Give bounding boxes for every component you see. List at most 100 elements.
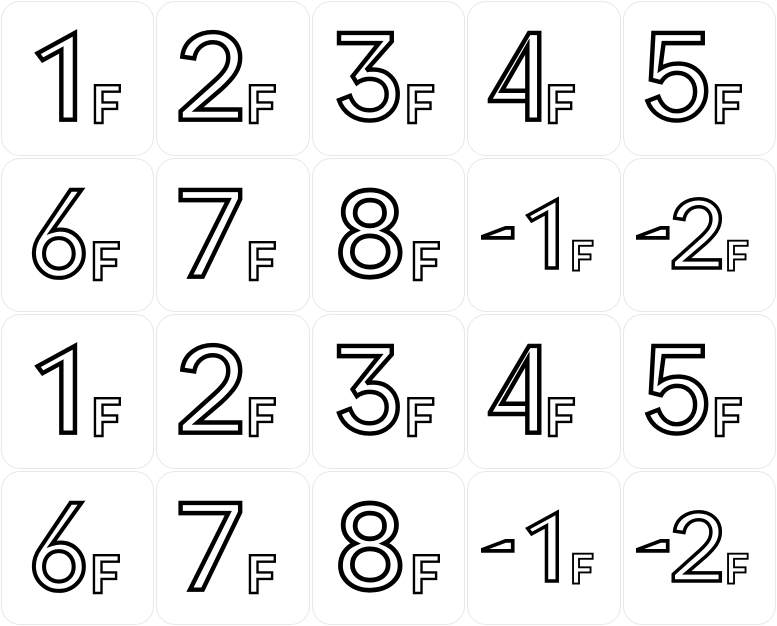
numeral-3: [336, 30, 401, 124]
tile-content: [2, 315, 153, 468]
suffix-letter-f: [92, 553, 120, 594]
tile-content: [313, 159, 464, 312]
tile-content: [2, 2, 153, 155]
floor-tile-1f[interactable]: [1, 1, 155, 156]
tile-content: [468, 159, 619, 312]
floor-glyph-3F: [336, 343, 435, 438]
tile-content: [313, 472, 464, 625]
floor-glyph-7F: [178, 500, 277, 594]
floor-glyph-5F: [644, 30, 743, 125]
floor-glyph-2F: [178, 343, 277, 438]
floor-tile-8f[interactable]: [311, 157, 466, 312]
floor-glyph-4F: [487, 343, 575, 438]
floor-tile-minus2f[interactable]: [622, 157, 776, 312]
suffix-letter-f: [92, 240, 120, 281]
floor-glyph-6F: [31, 187, 120, 281]
floor-glyph-minus1F: [480, 509, 594, 585]
suffix-letter-f: [715, 397, 743, 438]
floor-glyph-minus2F: [636, 196, 749, 272]
numeral-1: [33, 342, 77, 436]
suffix-letter-f: [93, 84, 121, 125]
floor-glyph-3F: [336, 30, 435, 125]
suffix-letter-f: [715, 84, 743, 125]
numeral-4: [487, 343, 542, 436]
numeral-1: [524, 509, 559, 583]
floor-glyph-2F: [178, 30, 277, 125]
numeral-5: [644, 30, 709, 124]
floor-tile-6f[interactable]: [1, 470, 155, 625]
tile-content: [468, 472, 619, 625]
floor-tile-minus1f[interactable]: [467, 470, 621, 625]
numeral-2: [178, 343, 243, 436]
suffix-letter-f: [547, 84, 575, 125]
numeral-2: [671, 196, 723, 270]
numeral-8: [338, 187, 403, 280]
suffix-letter-f: [727, 552, 749, 585]
suffix-letter-f: [571, 239, 594, 272]
floor-glyph-1F: [33, 342, 121, 438]
floor-tile-5f[interactable]: [622, 314, 776, 469]
floor-glyph-8F: [338, 187, 441, 281]
numeral-7: [178, 187, 243, 279]
suffix-letter-f: [547, 397, 575, 438]
tile-content: [624, 472, 775, 625]
tile-content: [157, 159, 308, 312]
suffix-letter-f: [248, 240, 277, 281]
numeral-8: [338, 500, 403, 593]
floor-tile-4f[interactable]: [467, 1, 621, 156]
suffix-letter-f: [248, 84, 277, 125]
suffix-letter-f: [407, 84, 435, 125]
minus-sign-icon: [480, 538, 515, 553]
tile-content: [313, 2, 464, 155]
tile-content: [157, 315, 308, 468]
numeral-5: [644, 343, 709, 437]
minus-sign-icon: [636, 538, 670, 553]
numeral-7: [178, 500, 243, 592]
numeral-6: [31, 500, 86, 593]
floor-tile-1f[interactable]: [1, 314, 155, 469]
floor-tile-5f[interactable]: [622, 1, 776, 156]
suffix-letter-f: [93, 397, 121, 438]
minus-sign-icon: [636, 225, 670, 240]
floor-glyph-1F: [33, 29, 121, 125]
floor-glyph-8F: [338, 500, 441, 594]
tile-content: [2, 472, 153, 625]
tile-content: [624, 315, 775, 468]
numeral-3: [336, 343, 401, 437]
floor-tile-3f[interactable]: [311, 314, 466, 469]
floor-tile-6f[interactable]: [1, 157, 155, 312]
minus-sign-icon: [480, 225, 515, 240]
numeral-4: [487, 30, 542, 123]
suffix-letter-f: [571, 552, 594, 585]
suffix-letter-f: [407, 397, 435, 438]
tile-content: [313, 315, 464, 468]
floor-glyph-6F: [31, 500, 120, 594]
tile-content: [624, 159, 775, 312]
floor-glyph-5F: [644, 343, 743, 438]
floor-tile-minus1f[interactable]: [467, 157, 621, 312]
floor-tile-7f[interactable]: [156, 470, 310, 625]
suffix-letter-f: [727, 239, 749, 272]
floor-glyph-minus2F: [636, 509, 749, 585]
floor-tile-7f[interactable]: [156, 157, 310, 312]
floor-tile-2f[interactable]: [156, 314, 310, 469]
tile-content: [624, 2, 775, 155]
floor-tile-minus2f[interactable]: [622, 470, 776, 625]
numeral-2: [671, 509, 723, 583]
floor-glyph-7F: [178, 187, 277, 281]
suffix-letter-f: [248, 553, 277, 594]
tile-content: [2, 159, 153, 312]
floor-tile-4f[interactable]: [467, 314, 621, 469]
floor-tile-2f[interactable]: [156, 1, 310, 156]
tile-content: [468, 2, 619, 155]
numeral-2: [178, 30, 243, 123]
floor-glyph-4F: [487, 30, 575, 125]
suffix-letter-f: [413, 240, 441, 281]
numeral-6: [31, 187, 86, 280]
floor-tile-3f[interactable]: [311, 1, 466, 156]
floor-tile-8f[interactable]: [311, 470, 466, 625]
tile-content: [468, 315, 619, 468]
numeral-1: [524, 196, 559, 270]
tile-content: [157, 472, 308, 625]
suffix-letter-f: [248, 397, 277, 438]
